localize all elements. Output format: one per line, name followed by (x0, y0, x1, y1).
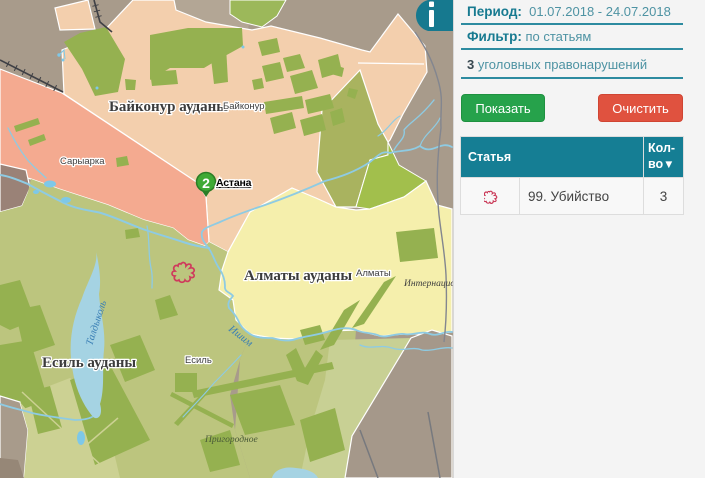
svg-text:Астана: Астана (216, 177, 252, 189)
svg-text:Байконур ауданы: Байконур ауданы (109, 99, 228, 115)
svg-text:Интернационал: Интернационал (403, 279, 453, 289)
svg-text:Есиль: Есиль (185, 355, 212, 366)
svg-text:Есиль ауданы: Есиль ауданы (42, 355, 136, 371)
svg-text:2: 2 (202, 175, 210, 191)
svg-text:Сарыарка: Сарыарка (60, 156, 105, 167)
svg-text:Алматы ауданы: Алматы ауданы (244, 268, 352, 284)
svg-text:Алматы: Алматы (356, 268, 391, 279)
svg-text:Пригородное: Пригородное (204, 434, 258, 445)
svg-text:Байконур: Байконур (223, 101, 265, 112)
